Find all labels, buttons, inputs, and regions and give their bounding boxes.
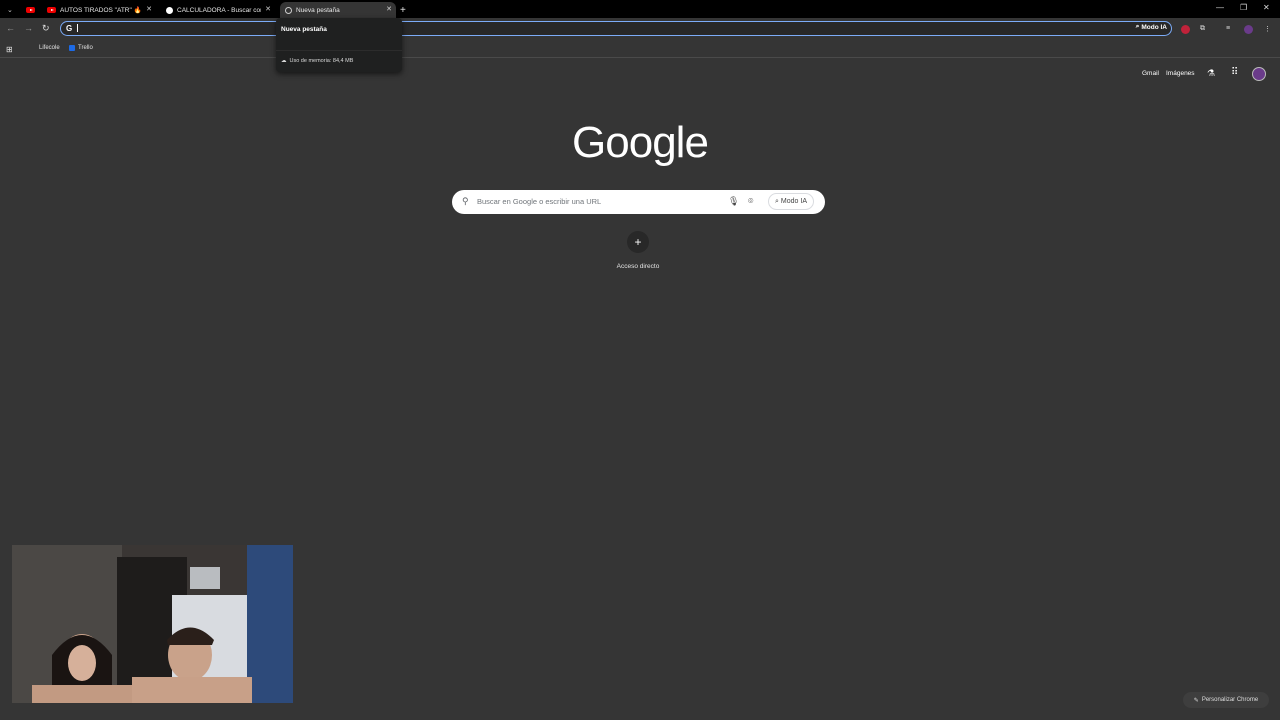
gmail-link[interactable]: Gmail [1142,70,1159,77]
bookmarks-bar: ⊞ Lifecole Trello [0,40,1280,58]
close-icon[interactable]: ✕ [386,5,392,13]
tab-title: AUTOS TIRADOS "ATR" 🔥 ¡CIC [60,7,142,14]
bookmark-label: Lifecole [39,45,60,51]
google-icon [166,6,173,14]
ai-mode-label: Modo IA [780,198,807,205]
tab-calculadora[interactable]: CALCULADORA - Buscar con G ✕ [163,2,275,18]
tab-youtube-pinned[interactable] [22,2,40,18]
customize-label: Personalizar Chrome [1201,697,1259,703]
webcam-overlay [12,545,293,703]
microphone-icon[interactable]: 🎙 [728,196,739,207]
tab-strip: ⌄ AUTOS TIRADOS "ATR" 🔥 ¡CIC ✕ CALCULADO… [0,0,1280,18]
back-icon[interactable]: ← [6,23,15,33]
ai-search-icon: ⌕ [775,197,779,205]
plus-icon: + [634,235,642,249]
restore-icon[interactable]: ❐ [1240,3,1247,12]
search-icon: ⚲ [462,196,469,206]
memory-icon: ☁ [281,58,287,64]
hover-card-title: Nueva pestaña [281,26,327,33]
youtube-icon [47,7,56,13]
add-shortcut-button[interactable]: + [627,231,649,253]
google-g-icon: G [66,24,73,33]
forward-icon[interactable]: → [24,23,33,33]
new-tab-button[interactable]: + [400,2,412,18]
close-icon[interactable]: ✕ [265,5,271,13]
tab-hover-card: Nueva pestaña ☁ Uso de memoria: 84,4 MB [276,18,402,72]
tab-search-button[interactable]: ⌄ [2,2,18,18]
search-box[interactable]: ⚲ Buscar en Google o escribir una URL 🎙 … [452,190,825,214]
apps-grid-icon[interactable]: ⊞ [6,45,13,54]
address-bar[interactable]: G ⌕ Modo IA [60,21,1172,36]
trello-icon [69,45,75,51]
labs-flask-icon[interactable]: ⚗ [1207,68,1215,79]
chevron-down-icon: ⌄ [7,7,13,14]
minimize-icon[interactable]: — [1216,3,1224,12]
tab-nueva-pestana[interactable]: Nueva pestaña ✕ [280,2,396,18]
google-logo: Google [572,118,709,167]
memory-usage: ☁ Uso de memoria: 84,4 MB [281,58,353,64]
ai-search-icon: ⌕ [1135,23,1140,30]
bookmark-label: Trello [78,45,93,51]
customize-chrome-button[interactable]: ✎ Personalizar Chrome [1183,692,1269,708]
tab-title: CALCULADORA - Buscar con G [177,6,261,14]
tab-title: Nueva pestaña [296,6,340,14]
images-link[interactable]: Imágenes [1166,70,1195,77]
media-controls-icon[interactable]: ≡ [1226,25,1230,32]
profile-avatar-icon[interactable] [1244,25,1253,34]
bookmark-trello[interactable]: Trello [69,45,93,51]
webcam-image [12,545,293,703]
memory-label: Uso de memoria: 84,4 MB [289,58,354,64]
bookmark-lifecole[interactable]: Lifecole [39,45,60,51]
extensions-puzzle-icon[interactable]: ⧉ [1200,25,1205,33]
extension-icon[interactable] [1181,25,1190,34]
more-menu-icon[interactable]: ⋮ [1264,25,1271,33]
chrome-globe-icon [285,6,292,14]
close-icon[interactable]: ✕ [146,5,152,13]
text-caret [77,24,78,32]
omnibox-ai-mode-button[interactable]: ⌕ Modo IA [1136,23,1167,31]
ai-mode-button[interactable]: ⌕ Modo IA [768,193,814,210]
shortcut-label: Acceso directo [616,263,660,270]
pencil-icon: ✎ [1193,697,1199,704]
divider [276,50,402,51]
account-avatar[interactable] [1252,67,1266,81]
plus-icon: + [400,4,406,16]
search-placeholder: Buscar en Google o escribir una URL [477,197,602,206]
google-lens-icon[interactable]: ⌾ [748,196,753,207]
tab-autos-tirados[interactable]: AUTOS TIRADOS "ATR" 🔥 ¡CIC ✕ [44,2,156,18]
google-apps-icon[interactable]: ⠿ [1231,67,1238,78]
youtube-icon [26,7,35,13]
close-window-icon[interactable]: ✕ [1263,3,1270,12]
reload-icon[interactable]: ↻ [42,23,50,34]
ai-mode-label: Modo IA [1141,23,1167,31]
